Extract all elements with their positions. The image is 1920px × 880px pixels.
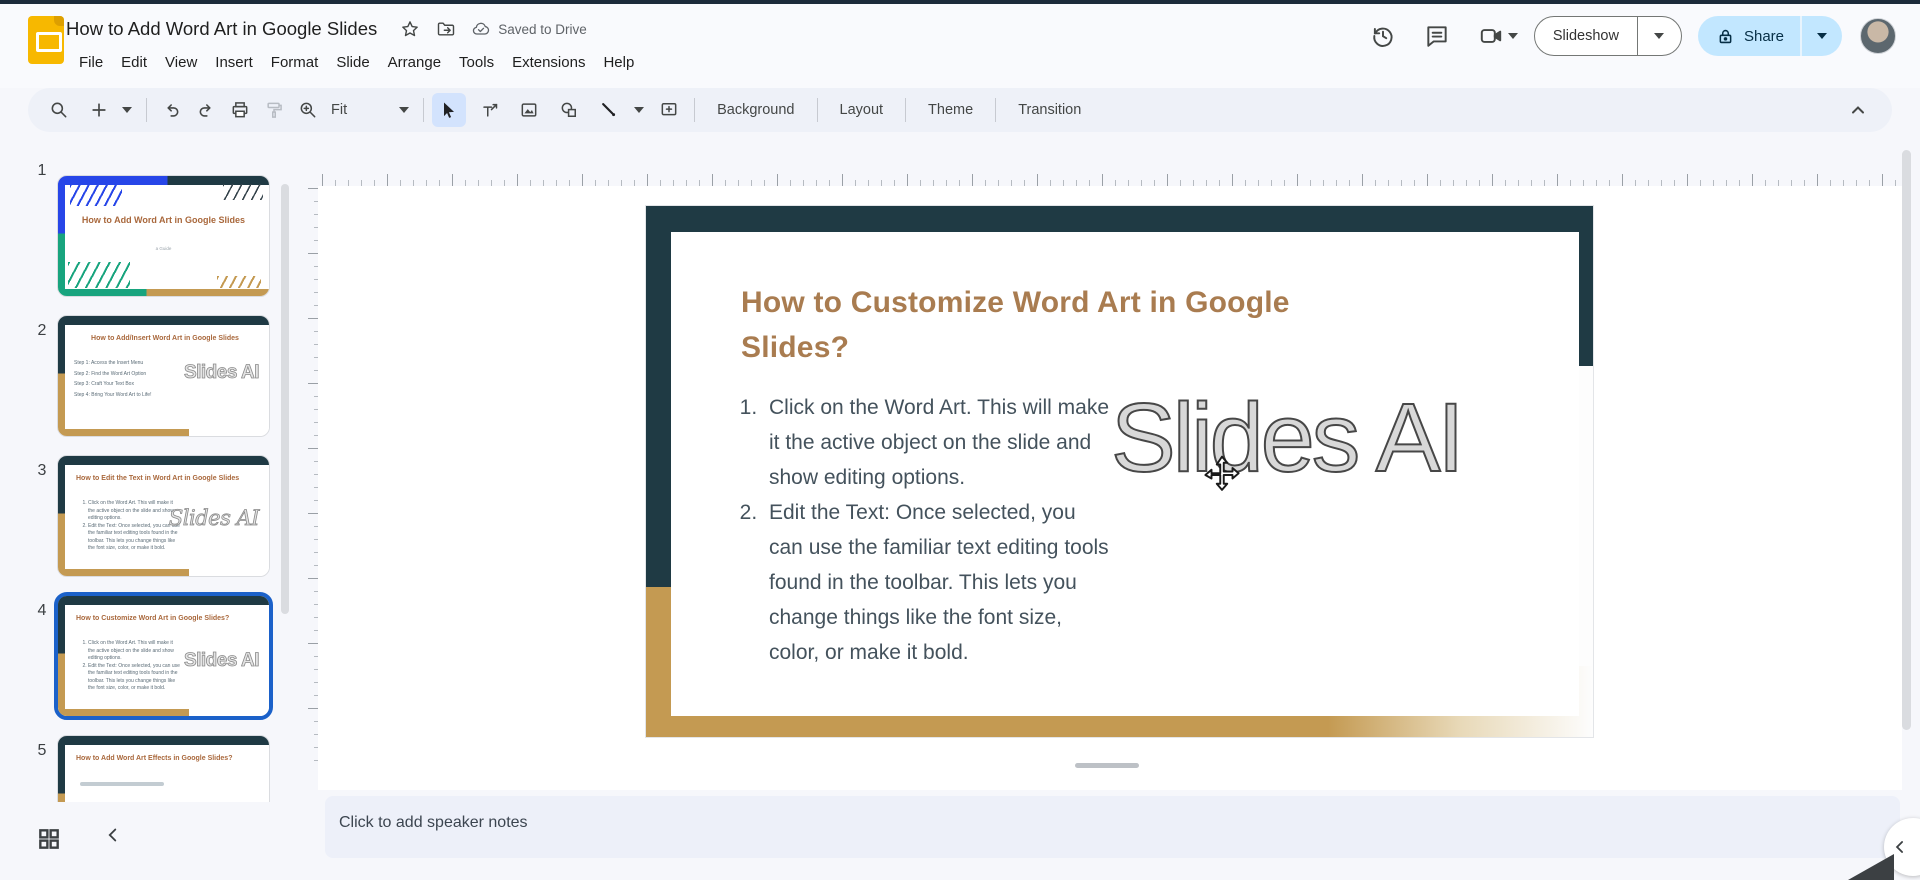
move-cursor-icon	[1204, 455, 1240, 491]
slideshow-button[interactable]: Slideshow	[1533, 16, 1682, 56]
slide-1-thumbnail[interactable]: How to Add Word Art in Google Slides a G…	[57, 175, 270, 297]
menu-format[interactable]: Format	[262, 50, 328, 75]
insert-shape-tool[interactable]	[552, 93, 586, 127]
undo-button[interactable]	[155, 93, 189, 127]
header-actions: Slideshow Share	[1356, 16, 1896, 56]
slide-3-number: 3	[37, 462, 47, 479]
paint-format-button[interactable]	[257, 93, 291, 127]
share-button[interactable]: Share	[1697, 16, 1842, 56]
bottom-bar: Click to add speaker notes	[0, 796, 1920, 880]
select-tool[interactable]	[432, 93, 467, 127]
thumb-3-wordart: Slides AI	[168, 506, 259, 531]
share-label: Share	[1743, 27, 1784, 45]
lock-icon	[1719, 29, 1732, 43]
wordart-object[interactable]: Slides AI	[1110, 382, 1465, 494]
search-menus-icon[interactable]	[42, 93, 76, 127]
slide-title-text[interactable]: How to Customize Word Art in Google Slid…	[741, 280, 1401, 370]
star-icon[interactable]	[399, 18, 421, 40]
thumb-3-title: How to Edit the Text in Word Art in Goog…	[76, 475, 240, 482]
saved-status[interactable]: Saved to Drive	[471, 19, 587, 39]
background-button[interactable]: Background	[703, 95, 808, 125]
thumb-3-list: Click on the Word Art. This will make it…	[80, 500, 180, 553]
share-dropdown[interactable]	[1800, 16, 1842, 56]
comments-icon[interactable]	[1424, 23, 1450, 49]
slide-2-number: 2	[37, 322, 47, 339]
menu-arrange[interactable]: Arrange	[379, 50, 450, 75]
print-button[interactable]	[223, 93, 257, 127]
thumb-5-body-placeholder	[80, 782, 164, 786]
theme-button[interactable]: Theme	[914, 95, 987, 125]
menu-file[interactable]: File	[70, 50, 112, 75]
insert-image-tool[interactable]	[512, 93, 546, 127]
slide-body-list[interactable]: Click on the Word Art. This will make it…	[723, 390, 1115, 670]
toolbar: Fit Background Layout Theme Transition	[28, 88, 1892, 132]
canvas-vertical-scrollbar[interactable]	[1902, 150, 1911, 730]
cloud-check-icon	[473, 22, 490, 35]
slide-canvas[interactable]: How to Customize Word Art in Google Slid…	[318, 186, 1902, 790]
menu-slide[interactable]: Slide	[327, 50, 378, 75]
menu-insert[interactable]: Insert	[206, 50, 262, 75]
transition-button[interactable]: Transition	[1004, 95, 1095, 125]
thumb-1-title: How to Add Word Art in Google Slides	[81, 215, 246, 225]
menu-tools[interactable]: Tools	[450, 50, 503, 75]
insert-line-tool[interactable]	[592, 93, 626, 127]
slide-1-number: 1	[37, 162, 47, 179]
slide-2-thumbnail[interactable]: How to Add/Insert Word Art in Google Sli…	[57, 315, 270, 437]
thumb-4-list: Click on the Word Art. This will make it…	[80, 640, 180, 693]
thumb-5-title: How to Add Word Art Effects in Google Sl…	[76, 755, 233, 762]
filmstrip-scrollbar[interactable]	[281, 184, 289, 614]
camera-dropdown-caret[interactable]	[1507, 33, 1518, 39]
new-slide-button[interactable]	[82, 93, 116, 127]
line-dropdown-caret[interactable]	[634, 107, 645, 113]
menu-help[interactable]: Help	[594, 50, 643, 75]
grid-view-icon[interactable]	[36, 826, 62, 852]
current-slide[interactable]: How to Customize Word Art in Google Slid…	[646, 206, 1593, 737]
zoom-icon[interactable]	[291, 93, 325, 127]
version-history-icon[interactable]	[1370, 23, 1396, 49]
menu-view[interactable]: View	[156, 50, 206, 75]
corner-cursor-artifact	[1848, 854, 1894, 880]
thumb-1-subtitle: a Guide	[155, 246, 172, 251]
horizontal-scroll-indicator[interactable]	[1075, 763, 1139, 768]
insert-comment-tool[interactable]	[652, 93, 686, 127]
slideshow-dropdown[interactable]	[1636, 17, 1681, 55]
speaker-notes-panel[interactable]: Click to add speaker notes	[325, 796, 1900, 858]
thumb-4-title: How to Customize Word Art in Google Slid…	[76, 615, 230, 622]
thumb-4-wordart: Slides AI	[183, 650, 260, 672]
slideshow-label[interactable]: Slideshow	[1535, 17, 1637, 55]
layout-button[interactable]: Layout	[826, 95, 898, 125]
horizontal-ruler	[322, 170, 1900, 186]
meet-camera-icon[interactable]	[1478, 23, 1504, 49]
slide-4-number: 4	[37, 602, 47, 619]
slide-4-thumbnail-selected[interactable]: How to Customize Word Art in Google Slid…	[54, 592, 273, 720]
slide-5-thumbnail[interactable]: How to Add Word Art Effects in Google Sl…	[57, 735, 270, 804]
redo-button[interactable]	[189, 93, 223, 127]
slide-list-item-1[interactable]: Click on the Word Art. This will make it…	[763, 390, 1115, 495]
document-title[interactable]: How to Add Word Art in Google Slides	[66, 18, 385, 40]
thumb-2-steps: Step 1: Access the Insert Menu Step 2: F…	[74, 360, 152, 398]
menu-edit[interactable]: Edit	[112, 50, 156, 75]
text-box-tool[interactable]	[472, 93, 506, 127]
new-slide-dropdown-caret[interactable]	[122, 107, 132, 113]
thumb-2-wordart: Slides AI	[183, 362, 260, 384]
speaker-notes-placeholder[interactable]: Click to add speaker notes	[339, 814, 528, 832]
title-row: How to Add Word Art in Google Slides Sav…	[66, 18, 587, 40]
menu-extensions[interactable]: Extensions	[503, 50, 594, 75]
thumb-2-title: How to Add/Insert Word Art in Google Sli…	[91, 335, 239, 342]
zoom-select[interactable]: Fit	[325, 102, 415, 118]
slide-content-card[interactable]: How to Customize Word Art in Google Slid…	[671, 232, 1579, 716]
account-avatar[interactable]	[1860, 18, 1896, 54]
collapse-toolbar-icon[interactable]	[1846, 98, 1870, 122]
move-folder-icon[interactable]	[435, 18, 457, 40]
slide-filmstrip: 1 How to Add Word Art in Google Slides a…	[0, 140, 300, 804]
google-slides-logo-icon[interactable]	[28, 16, 64, 64]
header: How to Add Word Art in Google Slides Sav…	[0, 4, 1920, 88]
slide-3-thumbnail[interactable]: How to Edit the Text in Word Art in Goog…	[57, 455, 270, 577]
slide-5-number: 5	[37, 742, 47, 759]
collapse-filmstrip-icon[interactable]	[102, 824, 124, 850]
menu-bar: File Edit View Insert Format Slide Arran…	[70, 50, 643, 75]
slide-list-item-2[interactable]: Edit the Text: Once selected, you can us…	[763, 495, 1115, 670]
